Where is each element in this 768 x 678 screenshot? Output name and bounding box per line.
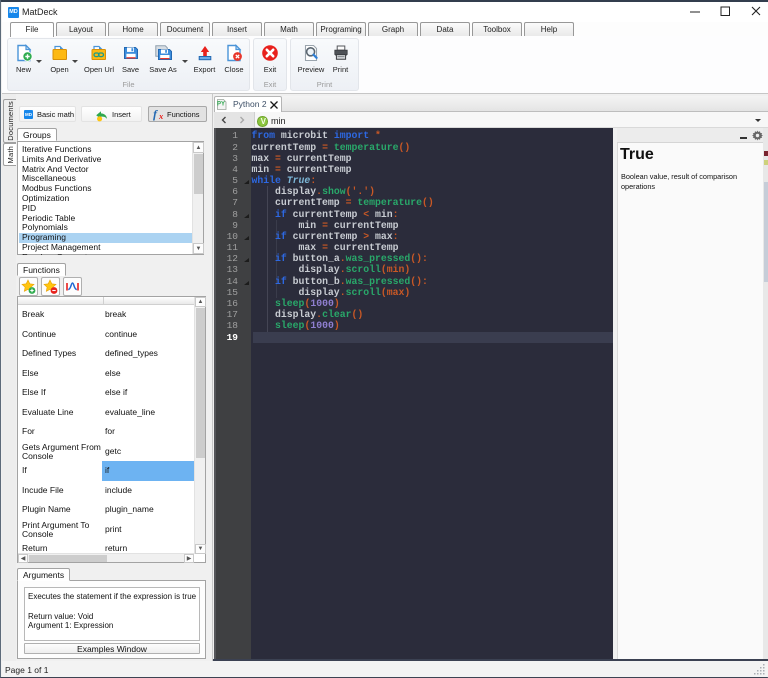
svg-text:PY: PY bbox=[217, 102, 225, 108]
